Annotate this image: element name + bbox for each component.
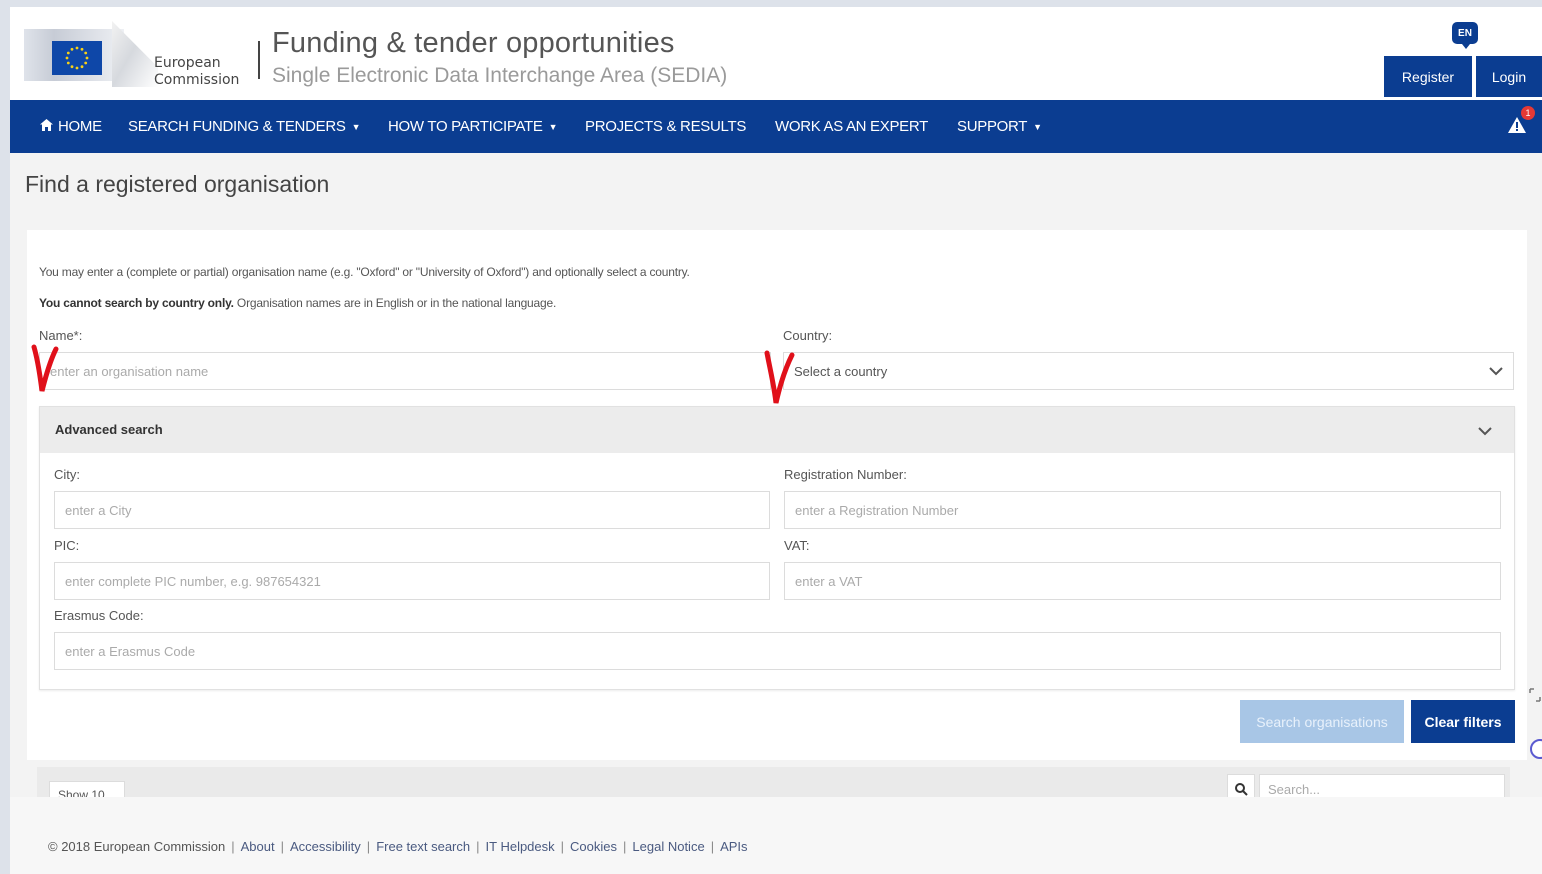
erasmus-code-input[interactable]: enter a Erasmus Code: [54, 632, 1501, 670]
nav-work-as-expert[interactable]: WORK AS AN EXPERT: [775, 100, 928, 153]
site-footer: © 2018 European Commission | About | Accessi…: [10, 797, 1542, 874]
footer-link-legal-notice[interactable]: Legal Notice: [632, 839, 704, 854]
footer-link-accessibility[interactable]: Accessibility: [290, 839, 361, 854]
pic-input-placeholder: enter complete PIC number, e.g. 98765432…: [65, 573, 321, 589]
registration-number-input[interactable]: enter a Registration Number: [784, 491, 1501, 529]
country-select-value: Select a country: [794, 363, 888, 379]
site-title[interactable]: Funding & tender opportunities: [272, 27, 675, 60]
chevron-down-icon: [1489, 364, 1503, 379]
name-input-placeholder: enter an organisation name: [50, 363, 209, 379]
vat-input[interactable]: enter a VAT: [784, 562, 1501, 600]
country-label: Country:: [783, 328, 833, 343]
logo-text: European Commission: [154, 55, 239, 89]
footer-links: © 2018 European Commission | About | Accessi…: [48, 839, 748, 854]
chevron-down-icon: [1478, 423, 1492, 441]
logo-separator: [258, 41, 260, 79]
main-navigation: HOME SEARCH FUNDING & TENDERS ▼ HOW TO P…: [10, 100, 1542, 153]
language-code: EN: [1458, 27, 1472, 39]
erasmus-code-label: Erasmus Code:: [54, 608, 144, 623]
european-commission-logo[interactable]: European Commission: [24, 21, 264, 89]
caret-down-icon: ▼: [1033, 121, 1042, 132]
search-note-bold: You cannot search by country only.: [39, 296, 234, 310]
site-header: European Commission Funding & tender opp…: [10, 7, 1542, 100]
city-input[interactable]: enter a City: [54, 491, 770, 529]
vat-label: VAT:: [784, 538, 810, 553]
expand-icon[interactable]: [1528, 687, 1542, 707]
nav-search-funding-label: SEARCH FUNDING & TENDERS: [128, 118, 346, 135]
nav-work-as-expert-label: WORK AS AN EXPERT: [775, 118, 929, 135]
city-label: City:: [54, 467, 80, 482]
nav-how-to-participate[interactable]: HOW TO PARTICIPATE ▼: [388, 100, 558, 153]
footer-link-free-text-search[interactable]: Free text search: [376, 839, 470, 854]
footer-copyright: © 2018 European Commission: [48, 839, 226, 854]
footer-link-about[interactable]: About: [241, 839, 275, 854]
name-input[interactable]: enter an organisation name: [39, 352, 771, 390]
nav-search-funding[interactable]: SEARCH FUNDING & TENDERS ▼: [128, 100, 360, 153]
advanced-search-title: Advanced search: [55, 422, 163, 437]
search-hint: You may enter a (complete or partial) or…: [39, 265, 690, 279]
pic-input[interactable]: enter complete PIC number, e.g. 98765432…: [54, 562, 770, 600]
registration-number-label: Registration Number:: [784, 467, 907, 482]
nav-support[interactable]: SUPPORT ▼: [957, 100, 1042, 153]
nav-how-to-participate-label: HOW TO PARTICIPATE: [388, 118, 543, 135]
search-organisations-button[interactable]: Search organisations: [1240, 700, 1404, 743]
logo-text-line1: European: [154, 55, 221, 71]
city-input-placeholder: enter a City: [65, 502, 132, 518]
checkmark-annotation-icon: [31, 344, 59, 392]
footer-link-cookies[interactable]: Cookies: [570, 839, 617, 854]
search-note: You cannot search by country only. Organ…: [39, 296, 556, 310]
vat-input-placeholder: enter a VAT: [795, 573, 863, 589]
page-title: Find a registered organisation: [25, 171, 330, 197]
logo-building-shape: [112, 21, 158, 87]
search-icon: [1234, 782, 1248, 796]
results-search-placeholder: Search...: [1268, 782, 1321, 797]
nav-home-label: HOME: [58, 118, 102, 135]
advanced-search-panel: Advanced search City: enter a City Regis…: [39, 406, 1515, 690]
advanced-search-toggle[interactable]: Advanced search: [40, 407, 1514, 453]
registration-number-placeholder: enter a Registration Number: [795, 502, 959, 518]
home-icon: [40, 118, 53, 135]
chat-icon[interactable]: [1528, 739, 1542, 759]
caret-down-icon: ▼: [351, 121, 361, 132]
search-note-rest: Organisation names are in English or in …: [233, 296, 557, 310]
site-subtitle: Single Electronic Data Interchange Area …: [272, 64, 728, 87]
alert-icon[interactable]: [1508, 117, 1526, 138]
register-button[interactable]: Register: [1384, 56, 1472, 97]
language-selector[interactable]: EN: [1452, 22, 1478, 49]
checkmark-annotation-icon: [764, 350, 795, 404]
caret-down-icon: ▼: [548, 121, 558, 132]
eu-flag-icon: [52, 41, 102, 75]
login-button[interactable]: Login: [1476, 56, 1542, 97]
footer-link-it-helpdesk[interactable]: IT Helpdesk: [486, 839, 555, 854]
nav-projects-results[interactable]: PROJECTS & RESULTS: [585, 100, 746, 153]
logo-text-line2: Commission: [154, 72, 240, 88]
pic-label: PIC:: [54, 538, 80, 553]
page: European Commission Funding & tender opp…: [10, 7, 1542, 874]
nav-home[interactable]: HOME: [40, 100, 102, 153]
erasmus-code-placeholder: enter a Erasmus Code: [65, 643, 196, 659]
footer-link-apis[interactable]: APIs: [720, 839, 747, 854]
country-select[interactable]: Select a country: [783, 352, 1514, 390]
nav-projects-results-label: PROJECTS & RESULTS: [585, 118, 747, 135]
notification-badge: 1: [1521, 106, 1535, 120]
nav-support-label: SUPPORT: [957, 118, 1028, 135]
search-form-card: You may enter a (complete or partial) or…: [27, 230, 1527, 760]
clear-filters-button[interactable]: Clear filters: [1411, 700, 1515, 743]
